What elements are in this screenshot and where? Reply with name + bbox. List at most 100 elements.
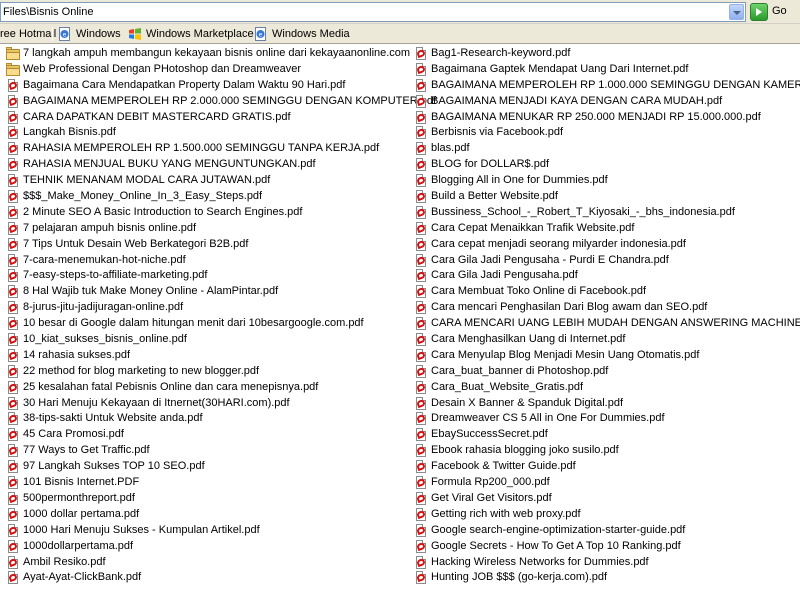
file-item[interactable]: Cara Menghasilkan Uang di Internet.pdf <box>414 332 794 348</box>
file-item[interactable]: Bagaimana Gaptek Mendapat Uang Dari Inte… <box>414 62 794 78</box>
file-item[interactable]: Google Secrets - How To Get A Top 10 Ran… <box>414 539 794 555</box>
file-item[interactable]: Cara_buat_banner di Photoshop.pdf <box>414 364 794 380</box>
pdf-file-icon <box>414 571 428 585</box>
file-item[interactable]: Cara Menyulap Blog Menjadi Mesin Uang Ot… <box>414 348 794 364</box>
file-item[interactable]: Cara cepat menjadi seorang milyarder ind… <box>414 237 794 253</box>
file-name: EbaySuccessSecret.pdf <box>431 428 548 441</box>
file-item[interactable]: Cara Gila Jadi Pengusaha.pdf <box>414 268 794 284</box>
file-item[interactable]: CARA MENCARI UANG LEBIH MUDAH DENGAN ANS… <box>414 316 800 332</box>
file-item[interactable]: 8 Hal Wajib tuk Make Money Online - Alam… <box>6 284 406 300</box>
file-item[interactable]: BLOG for DOLLAR$.pdf <box>414 157 794 173</box>
file-item[interactable]: Cara Membuat Toko Online di Facebook.pdf <box>414 284 794 300</box>
file-item[interactable]: 14 rahasia sukses.pdf <box>6 348 406 364</box>
file-item[interactable]: 7 Tips Untuk Desain Web Berkategori B2B.… <box>6 237 406 253</box>
file-item[interactable]: 2 Minute SEO A Basic Introduction to Sea… <box>6 205 406 221</box>
file-item[interactable]: Ebook rahasia blogging joko susilo.pdf <box>414 443 794 459</box>
file-item[interactable]: Cara Cepat Menaikkan Trafik Website.pdf <box>414 221 794 237</box>
windows-flag-icon <box>128 27 142 41</box>
file-item[interactable]: BAGAIMANA MENUKAR RP 250.000 MENJADI RP … <box>414 110 794 126</box>
file-name: Dreamweaver CS 5 All in One For Dummies.… <box>431 412 665 425</box>
file-item[interactable]: Hunting JOB $$$ (go-kerja.com).pdf <box>414 570 794 586</box>
go-button[interactable]: Go <box>750 3 798 21</box>
file-item[interactable]: 22 method for blog marketing to new blog… <box>6 364 406 380</box>
file-item[interactable]: 97 Langkah Sukses TOP 10 SEO.pdf <box>6 459 406 475</box>
folder-item[interactable]: 7 langkah ampuh membangun kekayaan bisni… <box>6 46 410 62</box>
file-item[interactable]: 30 Hari Menuju Kekayaan di Itnernet(30HA… <box>6 396 406 412</box>
pdf-file-icon <box>6 523 20 538</box>
file-item[interactable]: blas.pdf <box>414 141 794 157</box>
file-name: CARA MENCARI UANG LEBIH MUDAH DENGAN ANS… <box>431 317 800 330</box>
file-item[interactable]: 10_kiat_sukses_bisnis_online.pdf <box>6 332 406 348</box>
file-item[interactable]: Langkah Bisnis.pdf <box>6 125 406 141</box>
file-item[interactable]: Build a Better Website.pdf <box>414 189 794 205</box>
pdf-file-icon <box>6 301 20 315</box>
file-item[interactable]: RAHASIA MEMPEROLEH RP 1.500.000 SEMINGGU… <box>6 141 406 157</box>
pdf-file-icon <box>414 158 428 172</box>
file-column-right: Bag1-Research-keyword.pdf Bagaimana Gapte… <box>414 46 800 586</box>
file-item[interactable]: 45 Cara Promosi.pdf <box>6 427 406 443</box>
folder-item[interactable]: Web Professional Dengan PHotoshop dan Dr… <box>6 62 406 78</box>
file-name: 8 Hal Wajib tuk Make Money Online - Alam… <box>23 285 279 298</box>
file-item[interactable]: 1000 dollar pertama.pdf <box>6 507 406 523</box>
file-item[interactable]: 38-tips-sakti Untuk Website anda.pdf <box>6 411 406 427</box>
file-name: Cara Cepat Menaikkan Trafik Website.pdf <box>431 221 635 234</box>
file-item[interactable]: Getting rich with web proxy.pdf <box>414 507 794 523</box>
file-item[interactable]: 77 Ways to Get Traffic.pdf <box>6 443 406 459</box>
file-item[interactable]: Cara mencari Penghasilan Dari Blog awam … <box>414 300 794 316</box>
file-item[interactable]: BAGAIMANA MENJADI KAYA DENGAN CARA MUDAH… <box>414 94 794 110</box>
pdf-file-icon <box>414 444 428 458</box>
file-item[interactable]: 25 kesalahan fatal Pebisnis Online dan c… <box>6 380 406 396</box>
file-item[interactable]: 500permonthreport.pdf <box>6 491 406 507</box>
go-label: Go <box>772 5 787 17</box>
file-item[interactable]: Ambil Resiko.pdf <box>6 555 406 571</box>
file-item[interactable]: 101 Bisnis Internet.PDF <box>6 475 406 491</box>
chevron-down-icon[interactable] <box>729 4 744 20</box>
link-label: Windows <box>76 28 121 40</box>
file-item[interactable]: CARA DAPATKAN DEBIT MASTERCARD GRATIS.pd… <box>6 110 406 126</box>
pdf-file-icon <box>6 158 20 172</box>
file-item[interactable]: 7 pelajaran ampuh bisnis online.pdf <box>6 221 406 237</box>
file-item[interactable]: EbaySuccessSecret.pdf <box>414 427 794 443</box>
file-item[interactable]: Dreamweaver CS 5 All in One For Dummies.… <box>414 411 794 427</box>
pdf-file-icon <box>414 269 428 283</box>
file-item[interactable]: $$$_Make_Money_Online_In_3_Easy_Steps.pd… <box>6 189 406 205</box>
file-item[interactable]: 8-jurus-jitu-jadijuragan-online.pdf <box>6 300 406 316</box>
file-item[interactable]: TEHNIK MENANAM MODAL CARA JUTAWAN.pdf <box>6 173 406 189</box>
file-item[interactable]: 10 besar di Google dalam hitungan menit … <box>6 316 406 332</box>
file-item[interactable]: Bag1-Research-keyword.pdf <box>414 46 794 62</box>
pdf-file-icon <box>6 412 20 426</box>
file-item[interactable]: Facebook & Twitter Guide.pdf <box>414 459 794 475</box>
file-item[interactable]: Cara Gila Jadi Pengusaha - Purdi E Chand… <box>414 253 794 269</box>
file-item[interactable]: Formula Rp200_000.pdf <box>414 475 794 491</box>
address-input[interactable]: Files\Bisnis Online <box>0 2 746 22</box>
file-name: 10_kiat_sukses_bisnis_online.pdf <box>23 333 187 346</box>
file-item[interactable]: 7-cara-menemukan-hot-niche.pdf <box>6 253 406 269</box>
file-item[interactable]: Ayat-Ayat-ClickBank.pdf <box>6 570 406 586</box>
file-item[interactable]: Google search-engine-optimization-starte… <box>414 523 794 539</box>
file-name: Bagaimana Gaptek Mendapat Uang Dari Inte… <box>431 62 689 75</box>
file-name: 45 Cara Promosi.pdf <box>23 428 124 441</box>
file-item[interactable]: Bagaimana Cara Mendapatkan Property Dala… <box>6 78 406 94</box>
file-name: BAGAIMANA MEMPEROLEH RP 1.000.000 SEMING… <box>431 78 800 91</box>
file-item[interactable]: Hacking Wireless Networks for Dummies.pd… <box>414 555 794 571</box>
file-item[interactable]: RAHASIA MENJUAL BUKU YANG MENGUNTUNGKAN.… <box>6 157 406 173</box>
file-name: Cara Menghasilkan Uang di Internet.pdf <box>431 333 626 346</box>
file-name: 25 kesalahan fatal Pebisnis Online dan c… <box>23 380 319 393</box>
pdf-file-icon <box>414 317 428 331</box>
file-name: RAHASIA MEMPEROLEH RP 1.500.000 SEMINGGU… <box>23 142 380 155</box>
file-name: BAGAIMANA MENJADI KAYA DENGAN CARA MUDAH… <box>431 94 723 107</box>
pdf-file-icon <box>414 62 428 77</box>
file-item[interactable]: 7-easy-steps-to-affiliate-marketing.pdf <box>6 268 406 284</box>
file-item[interactable]: BAGAIMANA MEMPEROLEH RP 1.000.000 SEMING… <box>414 78 800 94</box>
pdf-file-icon <box>414 476 428 490</box>
file-item[interactable]: Bussiness_School_-_Robert_T_Kiyosaki_-_b… <box>414 205 794 221</box>
file-item[interactable]: Blogging All in One for Dummies.pdf <box>414 173 794 189</box>
file-item[interactable]: BAGAIMANA MEMPEROLEH RP 2.000.000 SEMING… <box>6 94 436 110</box>
file-item[interactable]: Cara_Buat_Website_Gratis.pdf <box>414 380 794 396</box>
file-item[interactable]: 1000 Hari Menuju Sukses - Kumpulan Artik… <box>6 523 406 539</box>
file-item[interactable]: Berbisnis via Facebook.pdf <box>414 125 794 141</box>
file-item[interactable]: Desain X Banner & Spanduk Digital.pdf <box>414 396 794 412</box>
pdf-file-icon <box>414 301 428 315</box>
file-item[interactable]: Get Viral Get Visitors.pdf <box>414 491 794 507</box>
file-item[interactable]: 1000dollarpertama.pdf <box>6 539 406 555</box>
